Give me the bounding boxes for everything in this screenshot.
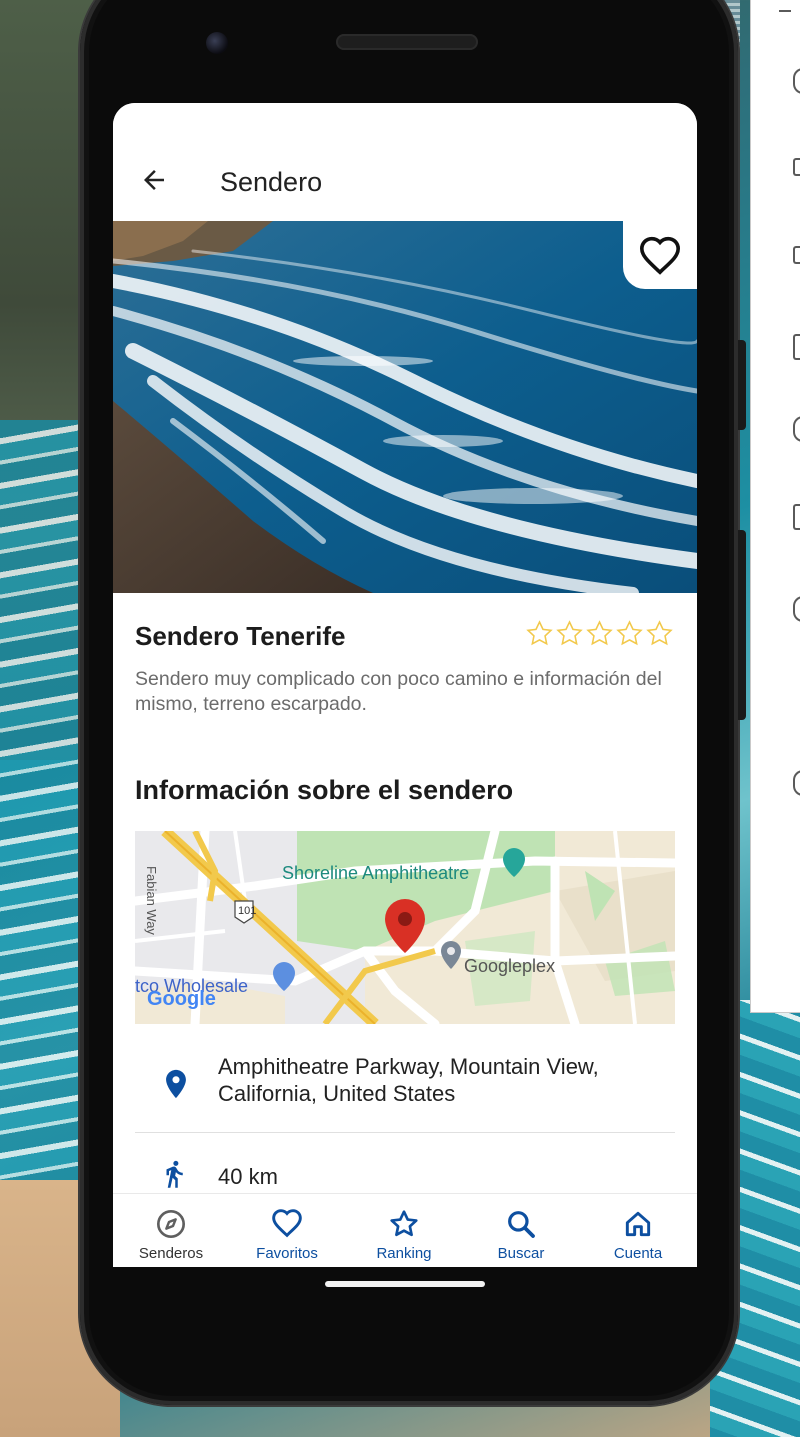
search-icon: [508, 1211, 535, 1238]
clipped-icon: [793, 504, 800, 530]
map-label-highway: 101: [238, 905, 257, 917]
map-label-googleplex: Googleplex: [464, 956, 556, 976]
window-minimize-icon: [779, 10, 791, 12]
address-text: Amphitheatre Parkway, Mountain View, Cal…: [218, 1054, 599, 1106]
nav-label-senderos: Senderos: [138, 1245, 204, 1262]
clipped-icon: [793, 334, 800, 360]
trail-name: Sendero Tenerife: [135, 621, 346, 651]
google-logo: Google: [147, 988, 216, 1010]
section-title: Información sobre el sendero: [135, 775, 514, 805]
page-title: Sendero: [220, 167, 323, 197]
clipped-icon: [793, 246, 800, 264]
star-outline-icon[interactable]: [555, 619, 584, 648]
star-outline-icon[interactable]: [645, 619, 674, 648]
nav-label-ranking: Ranking: [376, 1245, 432, 1262]
nav-label-favoritos: Favoritos: [256, 1245, 318, 1262]
heart-icon: [272, 1209, 302, 1238]
star-rating[interactable]: [525, 619, 674, 648]
star-outline-icon[interactable]: [615, 619, 644, 648]
nav-item-senderos[interactable]: Senderos: [113, 1194, 229, 1267]
trail-photo: [113, 221, 697, 593]
clipped-icon: [793, 68, 800, 94]
home-indicator[interactable]: [325, 1281, 485, 1287]
divider: [135, 1132, 675, 1133]
power-button: [738, 530, 746, 720]
earpiece-speaker: [336, 34, 478, 50]
star-icon: [390, 1210, 418, 1237]
walking-icon: [166, 1160, 183, 1188]
volume-button: [738, 340, 746, 430]
nav-label-buscar: Buscar: [497, 1245, 545, 1262]
distance-row: 40 km: [135, 1155, 675, 1195]
map-label-shoreline: Shoreline Amphitheatre: [282, 863, 470, 883]
clipped-icon: [793, 416, 800, 442]
app-screen: Sendero Sendero Tenerife Sendero muy com…: [113, 103, 697, 1267]
compass-icon: [157, 1210, 185, 1238]
home-icon: [625, 1211, 651, 1237]
app-bar: Sendero: [113, 103, 697, 221]
nav-item-cuenta[interactable]: Cuenta: [580, 1194, 696, 1267]
clipped-icon: [793, 770, 800, 796]
trail-description: Sendero muy complicado con poco camino e…: [135, 668, 662, 715]
location-pin-icon: [166, 1069, 186, 1099]
nav-item-buscar[interactable]: Buscar: [463, 1194, 579, 1267]
address-row: Amphitheatre Parkway, Mountain View, Cal…: [135, 1051, 675, 1111]
bottom-navigation: Senderos Favoritos Ranking Buscar Cuenta: [113, 1193, 697, 1267]
distance-text: 40 km: [218, 1164, 278, 1189]
nav-item-ranking[interactable]: Ranking: [346, 1194, 462, 1267]
map-label-fabian-way: Fabian Way: [143, 866, 159, 935]
heart-outline-icon: [639, 236, 681, 275]
front-camera: [206, 32, 228, 54]
nav-label-cuenta: Cuenta: [613, 1245, 663, 1262]
back-arrow-icon[interactable]: [139, 165, 169, 195]
star-outline-icon[interactable]: [525, 619, 554, 648]
desktop-window-fragment: [750, 0, 800, 1013]
map-view[interactable]: Shoreline Amphitheatre Googleplex tco Wh…: [135, 831, 675, 1024]
nav-item-favoritos[interactable]: Favoritos: [229, 1194, 345, 1267]
favorite-toggle-button[interactable]: [623, 221, 697, 289]
clipped-icon: [793, 158, 800, 176]
clipped-icon: [793, 596, 800, 622]
star-outline-icon[interactable]: [585, 619, 614, 648]
